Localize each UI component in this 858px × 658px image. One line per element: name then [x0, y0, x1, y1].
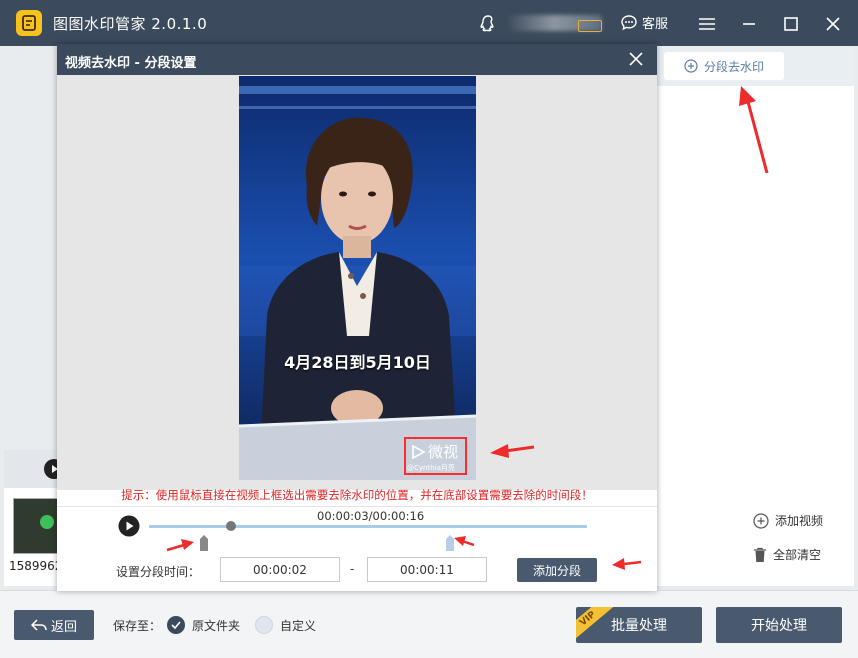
- time-readout: 00:00:03/00:00:16: [317, 509, 425, 523]
- time-separator: -: [350, 562, 355, 576]
- window-close-icon[interactable]: [822, 13, 844, 35]
- plus-circle-icon: [684, 59, 698, 73]
- original-folder-radio[interactable]: [167, 616, 185, 634]
- menu-icon[interactable]: [696, 13, 718, 35]
- play-button[interactable]: [118, 515, 140, 537]
- customer-service-button[interactable]: 客服: [620, 13, 668, 32]
- qq-icon[interactable]: [478, 14, 498, 34]
- segment-settings-dialog: 视频去水印 - 分段设置 4月28日到5月10日 微视 @Cynthia月亮 提…: [57, 44, 657, 591]
- start-process-label: 开始处理: [751, 618, 807, 634]
- video-preview-area: 4月28日到5月10日 微视 @Cynthia月亮: [57, 75, 657, 490]
- original-folder-label[interactable]: 原文件夹: [192, 617, 240, 634]
- title-bar: 图图水印管家 2.0.1.0 客服: [0, 0, 858, 46]
- clear-all-button[interactable]: 全部清空: [753, 546, 821, 563]
- segment-time-label: 设置分段时间：: [116, 565, 201, 579]
- timeline-controls: 00:00:03/00:00:16 设置分段时间： - 添加分段: [57, 506, 657, 591]
- segment-watermark-label: 分段去水印: [703, 59, 764, 74]
- watermark-selection-box[interactable]: 微视 @Cynthia月亮: [404, 437, 467, 475]
- trash-icon: [754, 547, 766, 562]
- segment-start-input[interactable]: [220, 557, 340, 582]
- dialog-close-icon[interactable]: [627, 50, 645, 68]
- play-logo-icon: [412, 444, 426, 459]
- segment-end-input[interactable]: [367, 557, 487, 582]
- batch-process-label: 批量处理: [611, 618, 667, 634]
- add-video-label: 添加视频: [775, 514, 824, 528]
- minimize-icon[interactable]: [738, 13, 760, 35]
- watermark-subtext: @Cynthia月亮: [407, 464, 455, 472]
- watermark-logo: 微视: [410, 441, 458, 462]
- segment-start-handle[interactable]: [199, 534, 209, 552]
- back-label: 返回: [50, 619, 77, 635]
- right-panel: 分段去水印 添加视频 全部清空: [657, 46, 854, 586]
- account-badge: [578, 20, 602, 32]
- add-video-button[interactable]: 添加视频: [753, 512, 823, 529]
- vip-badge: VIP: [576, 607, 614, 643]
- hint-text: 提示：使用鼠标直接在视频上框选出需要去除水印的位置，并在底部设置需要去除的时间段…: [121, 488, 593, 502]
- maximize-icon[interactable]: [780, 13, 802, 35]
- file-list: 15899620: [4, 488, 61, 586]
- app-logo-icon: [16, 10, 42, 36]
- save-to-label: 保存至：: [113, 619, 162, 633]
- app-title: 图图水印管家 2.0.1.0: [53, 15, 208, 33]
- clear-all-label: 全部清空: [773, 548, 822, 562]
- video-thumbnail[interactable]: [13, 498, 61, 554]
- add-segment-button[interactable]: 添加分段: [517, 558, 597, 582]
- custom-folder-radio[interactable]: [255, 616, 273, 634]
- back-button[interactable]: 返回: [14, 610, 94, 640]
- customer-service-label: 客服: [642, 17, 669, 32]
- custom-folder-label[interactable]: 自定义: [280, 617, 316, 634]
- segment-end-handle[interactable]: [445, 534, 455, 552]
- check-icon: [171, 621, 181, 629]
- batch-process-button[interactable]: VIP 批量处理: [576, 607, 702, 643]
- video-frame[interactable]: 4月28日到5月10日 微视 @Cynthia月亮: [239, 76, 476, 480]
- chat-icon: [621, 14, 637, 30]
- dialog-title-bar: 视频去水印 - 分段设置: [57, 44, 657, 75]
- start-process-button[interactable]: 开始处理: [716, 607, 842, 643]
- bottom-bar: 返回 保存至： 原文件夹 自定义 VIP 批量处理 开始处理: [0, 590, 858, 658]
- video-caption: 4月28日到5月10日: [284, 353, 431, 372]
- right-toolbar: 分段去水印: [657, 46, 854, 86]
- segment-watermark-button[interactable]: 分段去水印: [664, 52, 784, 80]
- plus-circle-icon: [753, 512, 769, 529]
- video-file-name: 15899620: [9, 559, 61, 573]
- add-segment-label: 添加分段: [532, 563, 581, 578]
- news-anchor-image: [239, 76, 476, 480]
- timeline-track[interactable]: [149, 525, 587, 528]
- watermark-text: 微视: [428, 443, 459, 461]
- back-arrow-icon: [30, 619, 47, 631]
- playhead-knob[interactable]: [226, 521, 237, 531]
- dialog-title: 视频去水印 - 分段设置: [65, 56, 197, 71]
